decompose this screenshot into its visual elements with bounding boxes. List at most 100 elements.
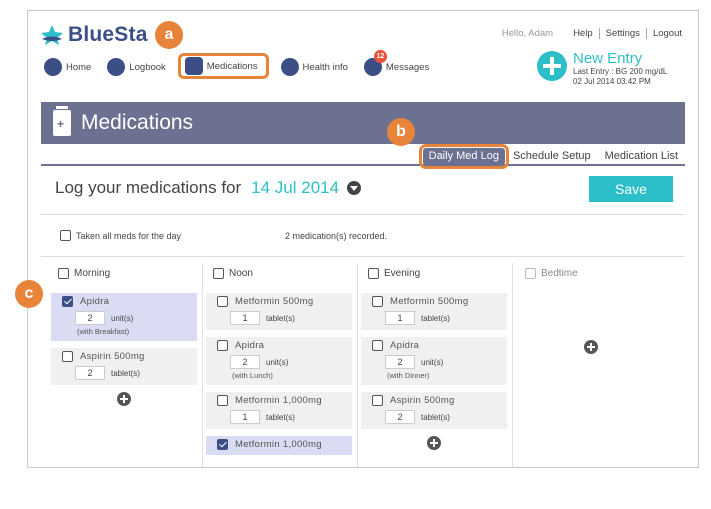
qty-input[interactable]: 1 bbox=[230, 410, 260, 424]
nav-health-info[interactable]: Health info bbox=[277, 56, 352, 78]
qty-input[interactable]: 2 bbox=[230, 355, 260, 369]
med-name: Metformin 500mg bbox=[235, 296, 314, 307]
nav-label: Logbook bbox=[129, 61, 166, 73]
taken-all-checkbox[interactable] bbox=[60, 230, 71, 241]
logbook-icon bbox=[107, 58, 126, 76]
med-name: Metformin 1,000mg bbox=[235, 439, 322, 450]
med-item[interactable]: Aspirin 500mg 2 tablet(s) bbox=[361, 392, 507, 429]
column-checkbox[interactable] bbox=[525, 267, 536, 279]
page-title: Medications bbox=[81, 111, 194, 134]
taken-all-checkbox-row[interactable]: Taken all meds for the day bbox=[55, 230, 181, 241]
med-item[interactable]: Aspirin 500mg 2 tablet(s) bbox=[51, 348, 197, 385]
med-checkbox[interactable] bbox=[217, 395, 228, 406]
divider bbox=[41, 214, 685, 215]
med-checkbox[interactable] bbox=[62, 296, 73, 307]
new-entry-label: New Entry bbox=[573, 50, 643, 67]
med-note: (with Breakfast) bbox=[77, 327, 130, 336]
med-checkbox[interactable] bbox=[217, 340, 228, 351]
med-note: (with Dinner) bbox=[387, 371, 430, 380]
med-item[interactable]: Apidra 2 unit(s) (with Lunch) bbox=[206, 337, 352, 385]
unit-label: tablet(s) bbox=[266, 412, 295, 422]
med-checkbox[interactable] bbox=[217, 439, 228, 450]
add-med-plus-icon[interactable] bbox=[584, 340, 598, 354]
save-button[interactable]: Save bbox=[589, 176, 673, 202]
app-name: BlueSta bbox=[68, 23, 148, 46]
log-label: Log your medications for bbox=[55, 178, 242, 197]
med-item[interactable]: Metformin 1,000mg bbox=[206, 436, 352, 455]
qty-input[interactable]: 2 bbox=[385, 355, 415, 369]
log-date-row: Log your medications for 14 Jul 2014 bbox=[55, 178, 362, 198]
tab-medication-list[interactable]: Medication List bbox=[599, 148, 684, 165]
callout-c: c bbox=[15, 280, 43, 308]
column-divider bbox=[512, 263, 513, 467]
column-divider bbox=[357, 263, 358, 467]
log-date[interactable]: 14 Jul 2014 bbox=[251, 178, 339, 198]
add-med-plus-icon[interactable] bbox=[117, 392, 131, 406]
unit-label: tablet(s) bbox=[266, 313, 295, 323]
med-item[interactable]: Apidra 2 unit(s) (with Dinner) bbox=[361, 337, 507, 385]
med-item[interactable]: Metformin 1,000mg 1 tablet(s) bbox=[206, 392, 352, 429]
logout-link[interactable]: Logout bbox=[645, 28, 688, 39]
column-label: Morning bbox=[74, 267, 111, 279]
unit-label: unit(s) bbox=[111, 313, 134, 323]
column-header[interactable]: Bedtime bbox=[520, 266, 664, 280]
heart-icon bbox=[280, 58, 299, 76]
med-item[interactable]: Metformin 500mg 1 tablet(s) bbox=[361, 293, 507, 330]
home-icon bbox=[44, 58, 62, 76]
med-name: Metformin 1,000mg bbox=[235, 395, 322, 406]
add-med-plus-icon[interactable] bbox=[427, 436, 441, 450]
qty-input[interactable]: 1 bbox=[385, 311, 415, 325]
column-header[interactable]: Noon bbox=[208, 266, 352, 280]
med-name: Apidra bbox=[80, 296, 110, 307]
settings-link[interactable]: Settings bbox=[598, 28, 646, 39]
nav-logbook[interactable]: Logbook bbox=[103, 56, 169, 78]
column-checkbox[interactable] bbox=[368, 267, 379, 279]
unit-label: unit(s) bbox=[266, 357, 289, 367]
recorded-count: 2 medication(s) recorded. bbox=[285, 231, 388, 241]
chevron-down-icon[interactable] bbox=[347, 181, 362, 195]
med-name: Aspirin 500mg bbox=[80, 351, 145, 362]
unit-label: unit(s) bbox=[421, 357, 444, 367]
nav-label: Health info bbox=[302, 61, 348, 73]
unit-label: tablet(s) bbox=[421, 313, 450, 323]
column-evening: Evening Metformin 500mg 1 tablet(s) Apidr… bbox=[361, 266, 507, 450]
medications-icon bbox=[184, 57, 203, 75]
taken-all-label: Taken all meds for the day bbox=[76, 230, 182, 241]
column-label: Noon bbox=[229, 267, 253, 279]
med-checkbox[interactable] bbox=[217, 296, 228, 307]
nav-label: Home bbox=[66, 61, 92, 73]
help-link[interactable]: Help bbox=[567, 28, 599, 39]
message-count-badge: 12 bbox=[373, 50, 387, 63]
nav-home[interactable]: Home bbox=[40, 56, 95, 78]
last-entry-text: Last Entry : BG 200 mg/dL bbox=[573, 67, 668, 76]
column-header[interactable]: Evening bbox=[363, 266, 507, 280]
logo[interactable]: BlueSta bbox=[40, 23, 148, 47]
qty-input[interactable]: 2 bbox=[75, 311, 105, 325]
nav-messages[interactable]: 12 Messages bbox=[360, 50, 433, 78]
qty-input[interactable]: 2 bbox=[75, 366, 105, 380]
tab-daily-med-log[interactable]: Daily Med Log bbox=[418, 144, 509, 169]
last-entry-date: 02 Jul 2014 03:42 PM bbox=[573, 77, 651, 86]
qty-input[interactable]: 2 bbox=[385, 410, 415, 424]
column-header[interactable]: Morning bbox=[53, 266, 197, 280]
nav-medications[interactable]: Medications bbox=[177, 53, 269, 79]
nav-label: Medications bbox=[206, 60, 258, 72]
unit-label: tablet(s) bbox=[421, 412, 450, 422]
med-checkbox[interactable] bbox=[372, 340, 383, 351]
greeting: Hello, Adam bbox=[501, 28, 554, 39]
med-checkbox[interactable] bbox=[372, 296, 383, 307]
med-item[interactable]: Metformin 500mg 1 tablet(s) bbox=[206, 293, 352, 330]
page-header: Medications bbox=[41, 102, 685, 144]
nav-label: Messages bbox=[385, 61, 430, 73]
med-item[interactable]: Apidra 2 unit(s) (with Breakfast) bbox=[51, 293, 197, 341]
column-checkbox[interactable] bbox=[213, 267, 224, 279]
qty-input[interactable]: 1 bbox=[230, 311, 260, 325]
divider bbox=[41, 256, 685, 257]
med-note: (with Lunch) bbox=[232, 371, 273, 380]
top-links: Hello, Adam Help Settings Logout bbox=[502, 28, 688, 39]
med-checkbox[interactable] bbox=[372, 395, 383, 406]
new-entry-button[interactable]: New Entry Last Entry : BG 200 mg/dL 02 J… bbox=[537, 51, 667, 87]
tab-schedule-setup[interactable]: Schedule Setup bbox=[507, 148, 597, 165]
med-checkbox[interactable] bbox=[62, 351, 73, 362]
column-checkbox[interactable] bbox=[58, 267, 69, 279]
